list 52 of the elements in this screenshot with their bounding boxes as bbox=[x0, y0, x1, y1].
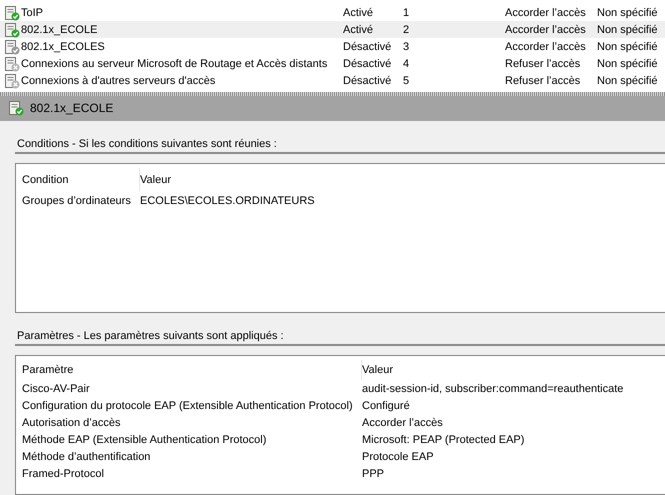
table-cell-text: Configuré bbox=[362, 400, 411, 412]
policy-order: 5 bbox=[403, 74, 410, 86]
policy-row[interactable]: ToIP Activé 1 Accorder l’accès Non spécifié bbox=[0, 4, 665, 21]
policy-access: Refuser l’accès bbox=[505, 58, 582, 70]
column-header[interactable]: Valeur bbox=[362, 360, 665, 380]
policy-type: Non spécifié bbox=[597, 6, 659, 18]
policy-name: ToIP bbox=[21, 6, 44, 18]
column-header[interactable]: Paramètre bbox=[22, 360, 362, 380]
column-header[interactable]: Valeur bbox=[140, 168, 665, 191]
table-cell-text: Méthode d’authentification bbox=[22, 450, 152, 462]
detail-title: 802.1x_ECOLE bbox=[30, 101, 114, 116]
policy-order: 3 bbox=[403, 40, 410, 52]
policy-row[interactable]: Connexions à d'autres serveurs d'accès Désactivé 5 Refuser l’accès Non spécifié bbox=[0, 72, 665, 89]
policy-access: Accorder l’accès bbox=[505, 24, 587, 36]
policy-order: 2 bbox=[403, 24, 410, 36]
policy-order: 4 bbox=[403, 58, 410, 70]
table-cell-text: PPP bbox=[362, 468, 386, 480]
table-cell-text: Méthode EAP (Extensible Authentication Protocol) bbox=[22, 434, 268, 446]
table-cell-text: Accorder l’accès bbox=[362, 416, 444, 428]
policy-type: Non spécifié bbox=[597, 74, 659, 86]
table-cell-text: ECOLES\ECOLES.ORDINATEURS bbox=[140, 195, 316, 207]
policy-access: Refuser l’accès bbox=[505, 74, 582, 86]
policy-status: Activé bbox=[343, 6, 374, 18]
policy-row[interactable]: 802.1x_ECOLES Désactivé 3 Accorder l’accès Non spécifié bbox=[0, 38, 665, 55]
policy-allowed-icon bbox=[8, 100, 24, 116]
policy-row[interactable]: 802.1x_ECOLE Activé 2 Accorder l’accès Non spécifié bbox=[0, 21, 665, 38]
policy-row[interactable]: Connexions au serveur Microsoft de Routage et Accès distants Désactivé 4 Refuser l’accès Non spécifié bbox=[0, 55, 665, 72]
policy-type: Non spécifié bbox=[597, 24, 659, 36]
table-cell-text: Microsoft: PEAP (Protected EAP) bbox=[362, 434, 526, 446]
table-cell-text: Cisco-AV-Pair bbox=[22, 382, 91, 394]
table-cell-text: Protocole EAP bbox=[362, 450, 435, 462]
policy-name: 802.1x_ECOLE bbox=[21, 24, 98, 36]
policy-access: Accorder l’accès bbox=[505, 6, 587, 18]
policy-access: Accorder l’accès bbox=[505, 40, 587, 52]
policy-name: Connexions au serveur Microsoft de Routage et Accès distants bbox=[21, 58, 328, 70]
policy-type: Non spécifié bbox=[597, 58, 659, 70]
policy-status: Désactivé bbox=[343, 40, 392, 52]
table-cell-text: Configuration du protocole EAP (Extensible Authentication Protocol) bbox=[22, 400, 354, 412]
policy-status: Activé bbox=[343, 24, 374, 36]
policy-name: 802.1x_ECOLES bbox=[21, 40, 105, 52]
policy-status: Désactivé bbox=[343, 74, 392, 86]
table-cell-text: Framed-Protocol bbox=[22, 468, 105, 480]
table-cell-text: audit-session-id, subscriber:command=reauthenticate bbox=[362, 382, 624, 394]
section-heading: Conditions - Si les conditions suivantes sont réunies : bbox=[16, 138, 278, 150]
policy-status: Désactivé bbox=[343, 58, 392, 70]
table-cell-text: Groupes d’ordinateurs bbox=[22, 195, 132, 207]
table-cell-text: Autorisation d’accès bbox=[22, 416, 122, 428]
policy-type: Non spécifié bbox=[597, 40, 659, 52]
section-heading: Paramètres - Les paramètres suivants sont appliqués : bbox=[16, 330, 285, 342]
column-header[interactable]: Condition bbox=[22, 168, 140, 191]
policy-name: Connexions à d'autres serveurs d'accès bbox=[21, 74, 216, 86]
policy-order: 1 bbox=[403, 6, 410, 18]
